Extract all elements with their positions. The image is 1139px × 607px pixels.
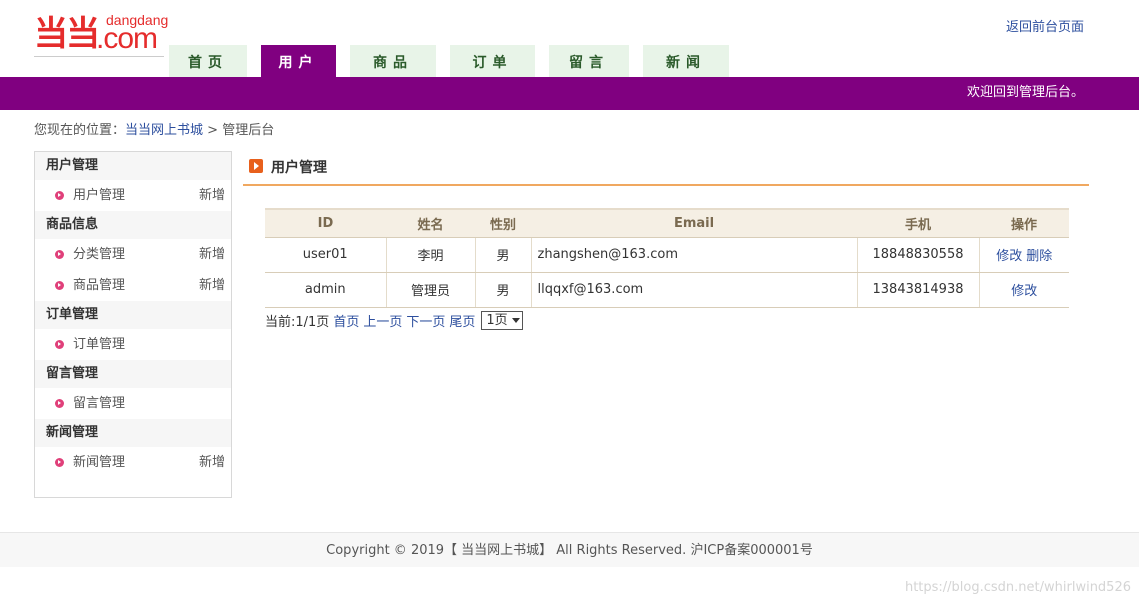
pager-prev-link[interactable]: 上一页 <box>363 311 402 330</box>
cell-gender: 男 <box>475 272 532 308</box>
pager-next-link[interactable]: 下一页 <box>406 311 445 330</box>
tab-orders[interactable]: 订单 <box>450 45 535 77</box>
back-to-frontend-link[interactable]: 返回前台页面 <box>1006 16 1084 35</box>
sidebar-item-message-manage[interactable]: 留言管理 <box>35 388 231 419</box>
footer: Copyright © 2019【 当当网上书城】 All Rights Res… <box>0 532 1139 567</box>
table-header-row: ID 姓名 性别 Email 手机 操作 <box>265 208 1069 238</box>
cell-phone: 18848830558 <box>857 237 980 273</box>
sidebar-item-news-manage[interactable]: 新闻管理 新增 <box>35 447 231 478</box>
pager-first-link[interactable]: 首页 <box>333 311 359 330</box>
logo-divider <box>34 56 164 57</box>
tab-home[interactable]: 首页 <box>169 45 247 77</box>
logo-mark: 当当 <box>34 14 100 54</box>
delete-link[interactable]: 删除 <box>1026 249 1052 264</box>
column-header-gender: 性别 <box>475 208 531 238</box>
sidebar-group-title: 留言管理 <box>35 360 231 388</box>
sidebar-item-category-manage[interactable]: 分类管理 新增 <box>35 239 231 270</box>
cell-phone: 13843814938 <box>857 272 980 308</box>
edit-link[interactable]: 修改 <box>996 249 1022 264</box>
page-title: 用户管理 <box>271 160 327 176</box>
sidebar-item-label[interactable]: 用户管理 <box>73 188 125 203</box>
bullet-arrow-icon <box>55 399 64 408</box>
watermark-text: https://blog.csdn.net/whirlwind526 <box>904 580 1131 595</box>
chevron-down-icon <box>511 318 520 323</box>
table-row: admin 管理员 男 llqqxf@163.com 13843814938 修… <box>265 272 1069 308</box>
page-select-value: 1页 <box>486 313 508 328</box>
arrow-right-icon <box>249 159 263 173</box>
sidebar-add-link[interactable]: 新增 <box>199 180 225 211</box>
column-header-email: Email <box>531 208 857 238</box>
sidebar-group-title: 订单管理 <box>35 301 231 329</box>
logo-com-text: .com <box>96 22 158 55</box>
page-select[interactable]: 1页 <box>481 311 523 330</box>
header-banner: 欢迎回到管理后台。 <box>0 77 1139 110</box>
bullet-arrow-icon <box>55 458 64 467</box>
cell-name: 管理员 <box>386 272 476 308</box>
sidebar-add-link[interactable]: 新增 <box>199 447 225 478</box>
cell-gender: 男 <box>475 237 532 273</box>
tab-news[interactable]: 新闻 <box>643 45 729 77</box>
cell-actions: 修改 <box>979 272 1069 308</box>
breadcrumb-separator: > <box>203 123 223 138</box>
pagination: 当前:1/1页 首页 上一页 下一页 尾页 1页 <box>265 311 523 330</box>
user-table: ID 姓名 性别 Email 手机 操作 user01 李明 男 zhangsh… <box>265 208 1069 308</box>
sidebar: 用户管理 用户管理 新增 商品信息 分类管理 新增 商品管理 新增 订单管理 订… <box>34 151 232 498</box>
sidebar-group-news: 新闻管理 新闻管理 新增 <box>35 419 231 478</box>
sidebar-group-messages: 留言管理 留言管理 <box>35 360 231 419</box>
sidebar-group-products: 商品信息 分类管理 新增 商品管理 新增 <box>35 211 231 301</box>
copyright-text: Copyright © 2019【 当当网上书城】 All Rights Res… <box>326 543 813 558</box>
sidebar-group-users: 用户管理 用户管理 新增 <box>35 152 231 211</box>
bullet-arrow-icon <box>55 340 64 349</box>
section-title-bar: 用户管理 <box>243 156 1089 186</box>
sidebar-item-user-manage[interactable]: 用户管理 新增 <box>35 180 231 211</box>
table-row: user01 李明 男 zhangshen@163.com 1884883055… <box>265 237 1069 273</box>
sidebar-group-title: 商品信息 <box>35 211 231 239</box>
cell-email: llqqxf@163.com <box>531 272 858 308</box>
main-nav: 首页 用户 商品 订单 留言 新闻 <box>169 45 743 77</box>
pager-current: 当前:1/1页 <box>265 315 330 330</box>
pager-last-link[interactable]: 尾页 <box>449 311 475 330</box>
column-header-name: 姓名 <box>386 208 475 238</box>
sidebar-add-link[interactable]: 新增 <box>199 270 225 301</box>
column-header-phone: 手机 <box>857 208 979 238</box>
sidebar-item-label[interactable]: 分类管理 <box>73 247 125 262</box>
cell-name: 李明 <box>386 237 476 273</box>
sidebar-group-title: 用户管理 <box>35 152 231 180</box>
sidebar-item-label[interactable]: 商品管理 <box>73 278 125 293</box>
sidebar-group-orders: 订单管理 订单管理 <box>35 301 231 360</box>
breadcrumb-prefix: 您现在的位置： <box>34 123 126 138</box>
breadcrumb: 您现在的位置：当当网上书城 > 管理后台 <box>34 119 274 138</box>
breadcrumb-current: 管理后台 <box>222 123 275 138</box>
breadcrumb-home-link[interactable]: 当当网上书城 <box>125 123 203 138</box>
cell-actions: 修改 删除 <box>979 237 1069 273</box>
bullet-arrow-icon <box>55 250 64 259</box>
column-header-actions: 操作 <box>979 208 1069 238</box>
edit-link[interactable]: 修改 <box>1011 284 1037 299</box>
cell-id: admin <box>265 272 387 308</box>
sidebar-group-title: 新闻管理 <box>35 419 231 447</box>
sidebar-item-label[interactable]: 留言管理 <box>73 396 125 411</box>
cell-id: user01 <box>265 237 387 273</box>
bullet-arrow-icon <box>55 191 64 200</box>
sidebar-item-label[interactable]: 订单管理 <box>73 337 125 352</box>
bullet-arrow-icon <box>55 281 64 290</box>
tab-products[interactable]: 商品 <box>350 45 436 77</box>
cell-email: zhangshen@163.com <box>531 237 858 273</box>
dangdang-logo[interactable]: dangdang 当当 .com <box>34 8 170 56</box>
sidebar-add-link[interactable]: 新增 <box>199 239 225 270</box>
sidebar-item-order-manage[interactable]: 订单管理 <box>35 329 231 360</box>
welcome-text: 欢迎回到管理后台。 <box>966 85 1084 100</box>
sidebar-item-product-manage[interactable]: 商品管理 新增 <box>35 270 231 301</box>
sidebar-item-label[interactable]: 新闻管理 <box>73 455 125 470</box>
header: dangdang 当当 .com 返回前台页面 首页 用户 商品 订单 留言 新… <box>0 0 1139 110</box>
column-header-id: ID <box>265 208 386 238</box>
tab-messages[interactable]: 留言 <box>549 45 629 77</box>
tab-users[interactable]: 用户 <box>261 45 336 77</box>
